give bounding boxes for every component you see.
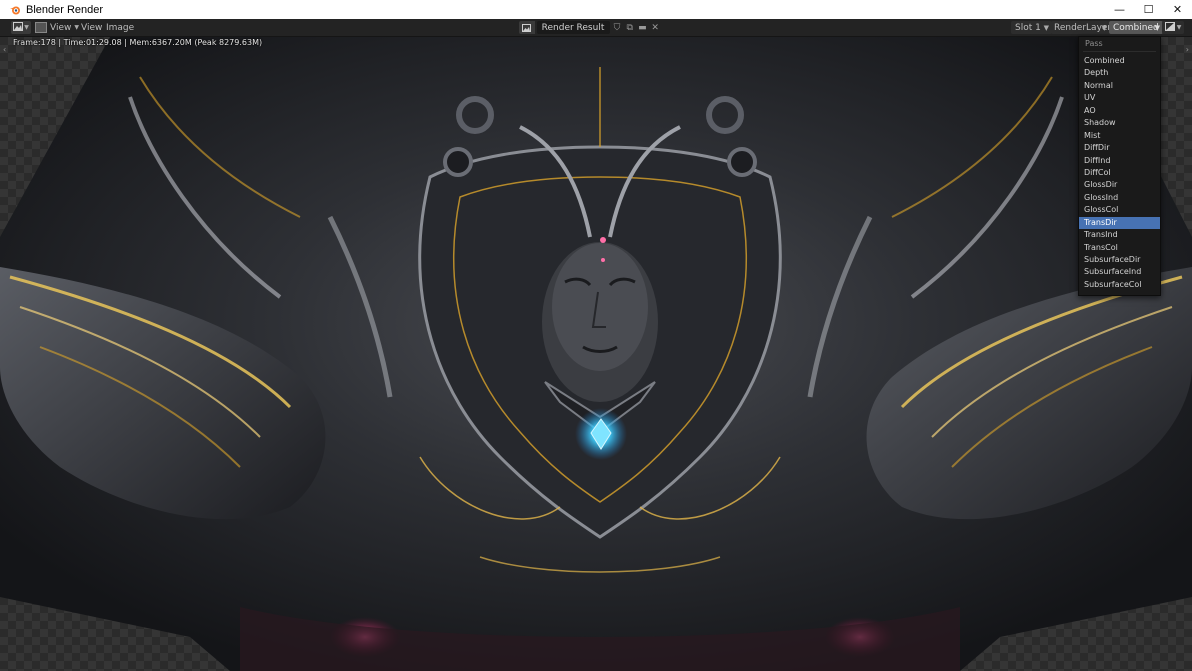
display-channels-button[interactable]: ▼ [1162, 21, 1184, 34]
image-name-field[interactable]: Render Result [536, 21, 611, 34]
pass-item-glossind[interactable]: GlossInd [1079, 192, 1160, 204]
slot-select[interactable]: Slot 1 ▼ [1011, 21, 1052, 34]
pass-item-transind[interactable]: TransInd [1079, 229, 1160, 241]
fake-user-shield-icon[interactable]: ⛉ [611, 21, 623, 34]
window-titlebar: Blender Render — ☐ ✕ [0, 0, 1192, 20]
chevron-down-icon: ▼ [1101, 23, 1107, 32]
menu-separator [1083, 51, 1156, 52]
pass-item-diffdir[interactable]: DiffDir [1079, 142, 1160, 154]
pass-item-mist[interactable]: Mist [1079, 130, 1160, 142]
minimize-button[interactable]: — [1105, 0, 1134, 19]
menu-image[interactable]: Image [106, 19, 134, 36]
open-image-folder-icon[interactable]: ▬ [637, 21, 649, 34]
image-editor-header: ▼ View ▼ View Image Render Result ⛉ ⧉ ▬ … [0, 19, 1192, 37]
new-image-icon[interactable]: ⧉ [624, 21, 636, 34]
render-pass-label: Combined [1113, 22, 1159, 33]
pass-item-subsurfacecol[interactable]: SubsurfaceCol [1079, 279, 1160, 291]
view-mode-dropdown[interactable]: View ▼ [35, 19, 79, 36]
pass-item-combined[interactable]: Combined [1079, 55, 1160, 67]
color-alpha-icon [1164, 21, 1175, 34]
pass-item-ao[interactable]: AO [1079, 105, 1160, 117]
chevron-down-icon: ▼ [1043, 23, 1049, 32]
collapse-right-arrow-icon[interactable]: › [1186, 45, 1189, 54]
browse-image-button[interactable] [519, 21, 535, 34]
editor-type-button[interactable]: ▼ [11, 21, 31, 34]
pass-item-transdir[interactable]: TransDir [1079, 216, 1160, 230]
chevron-down-icon: ▼ [1176, 24, 1182, 31]
render-info-text: Frame:178 | Time:01:29.08 | Mem:6367.20M… [13, 38, 263, 47]
pass-item-normal[interactable]: Normal [1079, 80, 1160, 92]
slot-label: Slot 1 [1015, 22, 1041, 33]
pass-item-diffind[interactable]: DiffInd [1079, 155, 1160, 167]
pass-dropdown-menu: Pass Combined Depth Normal UV AO Shadow Mist Di… [1078, 36, 1161, 296]
render-pass-select[interactable]: Combined ▼ [1109, 21, 1163, 34]
pass-menu-title: Pass [1085, 39, 1103, 48]
render-result-image [0, 37, 1192, 671]
render-viewport[interactable]: Frame:178 | Time:01:29.08 | Mem:6367.20M… [0, 37, 1192, 671]
pass-item-depth[interactable]: Depth [1079, 67, 1160, 79]
window-title: Blender Render [26, 3, 104, 16]
pass-item-shadow[interactable]: Shadow [1079, 117, 1160, 129]
pass-item-subsurfaceind[interactable]: SubsurfaceInd [1079, 266, 1160, 278]
image-editor-icon [13, 21, 24, 34]
collapse-left-arrow-icon[interactable]: ‹ [3, 45, 6, 54]
menu-view[interactable]: View [81, 19, 102, 36]
chevron-down-icon: ▼ [1154, 23, 1160, 32]
blender-logo-icon [9, 4, 21, 16]
pass-list: Combined Depth Normal UV AO Shadow Mist DiffDir… [1079, 55, 1160, 291]
maximize-button[interactable]: ☐ [1134, 0, 1163, 19]
pass-item-transcol[interactable]: TransCol [1079, 242, 1160, 254]
chevron-down-icon: ▼ [24, 24, 29, 31]
view-mode-icon [35, 22, 47, 33]
pass-item-diffcol[interactable]: DiffCol [1079, 167, 1160, 179]
view-mode-label: View [50, 22, 72, 33]
pass-item-glossdir[interactable]: GlossDir [1079, 179, 1160, 191]
close-button[interactable]: ✕ [1163, 0, 1192, 19]
pass-item-subsurfacedir[interactable]: SubsurfaceDir [1079, 254, 1160, 266]
image-datablock-selector: Render Result ⛉ ⧉ ▬ ✕ [519, 21, 661, 34]
chevron-down-icon: ▼ [74, 24, 79, 31]
pass-item-uv[interactable]: UV [1079, 92, 1160, 104]
pass-item-glosscol[interactable]: GlossCol [1079, 204, 1160, 216]
render-layer-select[interactable]: RenderLayer ▼ [1051, 21, 1111, 34]
unlink-image-icon[interactable]: ✕ [649, 21, 661, 34]
